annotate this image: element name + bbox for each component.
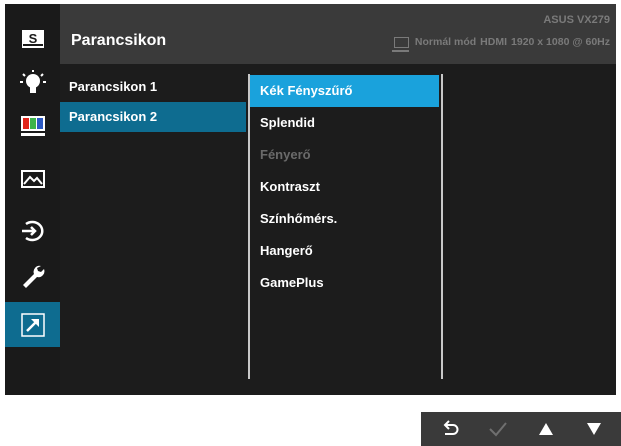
model-name: ASUS VX279 bbox=[543, 14, 610, 26]
menu-item-color-temp[interactable]: Színhőmérs. bbox=[250, 203, 439, 235]
svg-text:S: S bbox=[28, 31, 37, 46]
resolution-text: 1920 x 1080 @ 60Hz bbox=[511, 36, 610, 48]
mode-text: Normál mód bbox=[414, 36, 477, 48]
menu-item-blue-light-filter[interactable]: Kék Fényszűrő bbox=[250, 75, 439, 107]
confirm-button[interactable] bbox=[474, 412, 522, 446]
back-arrow-icon bbox=[443, 420, 459, 435]
shortcut-arrow-icon bbox=[20, 312, 45, 337]
osd-header: Parancsikon ASUS VX279 Normál mód HDMI 1… bbox=[60, 4, 616, 64]
sidebar-item-system-setup[interactable] bbox=[5, 254, 60, 299]
triangle-up-icon bbox=[539, 423, 553, 435]
osd-menu: S Parancsikon ASUS VX279 Normál mód HDMI… bbox=[5, 4, 616, 395]
menu-item-splendid[interactable]: Splendid bbox=[250, 107, 439, 139]
menu-level2: Kék Fényszűrő Splendid Fényerő Kontraszt… bbox=[250, 75, 439, 299]
menu-item-gameplus[interactable]: GamePlus bbox=[250, 267, 439, 299]
wrench-icon bbox=[22, 265, 44, 288]
divider-right bbox=[441, 74, 443, 379]
sidebar-item-blue-light-filter[interactable] bbox=[5, 60, 60, 105]
page-title: Parancsikon bbox=[71, 32, 167, 49]
menu-item-brightness: Fényerő bbox=[260, 147, 311, 162]
status-line: Normál mód HDMI 1920 x 1080 @ 60Hz bbox=[391, 36, 610, 52]
menu-item-parancsikon-1[interactable]: Parancsikon 1 bbox=[60, 72, 246, 102]
sidebar-item-image[interactable] bbox=[5, 156, 60, 201]
mountain-image-icon bbox=[20, 169, 45, 188]
sidebar-item-shortcut[interactable] bbox=[5, 302, 60, 347]
menu-item-contrast[interactable]: Kontraszt bbox=[250, 171, 439, 203]
monitor-icon bbox=[391, 36, 409, 52]
triangle-down-icon bbox=[587, 423, 601, 435]
color-bars-icon bbox=[20, 115, 45, 136]
menu-item-volume[interactable]: Hangerő bbox=[250, 235, 439, 267]
menu-item-parancsikon-2[interactable]: Parancsikon 2 bbox=[60, 102, 246, 132]
sidebar-item-splendid[interactable]: S bbox=[5, 16, 60, 61]
sidebar-item-color[interactable] bbox=[5, 103, 60, 148]
menu-content: Parancsikon 1 Parancsikon 2 Kék Fényszűr… bbox=[60, 64, 616, 395]
s-box-icon: S bbox=[21, 29, 44, 48]
sidebar: S bbox=[5, 4, 60, 395]
input-text: HDMI bbox=[480, 36, 508, 48]
navigation-bar bbox=[421, 412, 621, 446]
back-button[interactable] bbox=[426, 412, 474, 446]
down-button[interactable] bbox=[570, 412, 618, 446]
up-button[interactable] bbox=[522, 412, 570, 446]
input-arrow-icon bbox=[21, 220, 44, 241]
checkmark-icon bbox=[489, 422, 507, 437]
bulb-icon bbox=[19, 69, 46, 93]
sidebar-item-input-select[interactable] bbox=[5, 208, 60, 253]
menu-level1: Parancsikon 1 Parancsikon 2 bbox=[60, 72, 246, 132]
